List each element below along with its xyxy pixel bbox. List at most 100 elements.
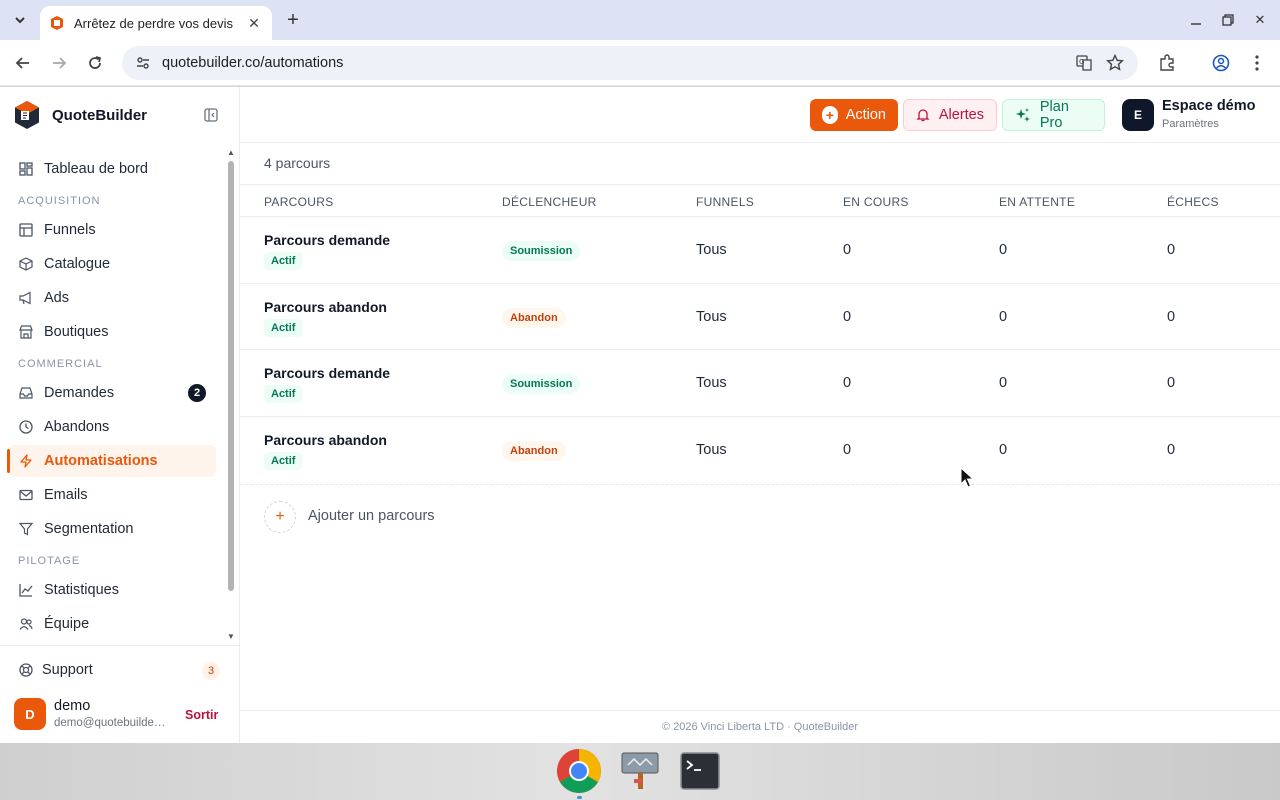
sidebar: QuoteBuilder Tableau de bord ACQUISITION… <box>0 87 240 743</box>
reload-icon[interactable] <box>83 51 107 75</box>
sparkles-icon <box>1015 106 1032 124</box>
echecs-value: 0 <box>1167 308 1176 325</box>
echecs-value: 0 <box>1167 242 1176 258</box>
scroll-up-icon[interactable]: ▲ <box>226 147 236 157</box>
users-icon <box>18 616 34 632</box>
en-attente-value: 0 <box>999 375 1008 391</box>
status-badge: Actif <box>264 451 303 470</box>
table-header: PARCOURS DÉCLENCHEUR FUNNELS EN COURS EN… <box>240 184 1280 217</box>
sidebar-item-demandes[interactable]: Demandes 2 <box>8 377 216 409</box>
sidebar-item-segmentation[interactable]: Segmentation <box>8 513 216 545</box>
status-badge: Actif <box>264 318 303 337</box>
sidebar-item-statistiques[interactable]: Statistiques <box>8 574 216 606</box>
parcours-name[interactable]: Parcours demande <box>264 365 390 381</box>
workspace-name[interactable]: Espace démo <box>1162 98 1256 114</box>
brand[interactable]: QuoteBuilder <box>14 99 147 131</box>
sidebar-item-funnels[interactable]: Funnels <box>8 214 216 246</box>
column-header: ÉCHECS <box>1167 195 1219 209</box>
echecs-value: 0 <box>1167 375 1176 391</box>
sidebar-item-label: Funnels <box>44 222 96 238</box>
megaphone-icon <box>18 290 34 306</box>
parcours-name[interactable]: Parcours demande <box>264 232 390 248</box>
top-bar: + Action Alertes Plan Pro E Espace démo … <box>240 87 1280 143</box>
funnels-value: Tous <box>696 375 727 391</box>
url-text[interactable]: quotebuilder.co/automations <box>162 55 1066 71</box>
table-row[interactable]: Parcours abandon Actif Abandon Tous 0 0 … <box>240 417 1280 484</box>
add-parcours-label[interactable]: Ajouter un parcours <box>308 508 435 524</box>
parcours-name[interactable]: Parcours abandon <box>264 299 387 315</box>
sidebar-item-catalogue[interactable]: Catalogue <box>8 248 216 280</box>
user-email: demo@quotebuilder.co <box>54 717 166 729</box>
forward-arrow-icon[interactable] <box>47 51 71 75</box>
sidebar-collapse-icon[interactable] <box>202 106 220 124</box>
new-tab-icon[interactable]: + <box>282 8 304 32</box>
tab-title: Arrêtez de perdre vos devis <box>74 15 233 31</box>
en-attente-value: 0 <box>999 308 1008 325</box>
column-header: DÉCLENCHEUR <box>502 195 597 209</box>
plan-pro-button[interactable]: Plan Pro <box>1002 99 1105 131</box>
profile-icon[interactable] <box>1209 51 1233 75</box>
add-parcours-row[interactable]: + Ajouter un parcours <box>240 484 1280 544</box>
action-button[interactable]: + Action <box>810 99 898 131</box>
sidebar-item-automatisations[interactable]: Automatisations <box>7 445 216 477</box>
store-icon <box>18 324 34 340</box>
sidebar-item-boutiques[interactable]: Boutiques <box>8 316 216 348</box>
restore-window-icon[interactable] <box>1218 10 1238 30</box>
support-label: Support <box>42 662 93 678</box>
scroll-down-icon[interactable]: ▼ <box>226 631 236 641</box>
sidebar-scrollbar[interactable]: ▲ ▼ <box>226 147 236 641</box>
site-settings-icon[interactable] <box>134 54 152 72</box>
sidebar-item-ads[interactable]: Ads <box>8 282 216 314</box>
en-cours-value: 0 <box>843 242 852 258</box>
scrollbar-thumb[interactable] <box>228 161 234 591</box>
back-arrow-icon[interactable] <box>11 51 35 75</box>
sidebar-item-equipe[interactable]: Équipe <box>8 608 216 639</box>
sidebar-item-label: Automatisations <box>44 453 158 469</box>
column-header: EN COURS <box>843 195 909 209</box>
sidebar-item-label: Abandons <box>44 419 110 435</box>
workspace-avatar[interactable]: E <box>1122 99 1154 131</box>
lightning-icon <box>18 453 34 469</box>
support-link[interactable]: Support <box>18 662 93 678</box>
plus-icon[interactable]: + <box>264 501 296 533</box>
browser-menu-icon[interactable] <box>1245 51 1269 75</box>
extensions-puzzle-icon[interactable] <box>1155 51 1179 75</box>
parcours-name[interactable]: Parcours abandon <box>264 432 387 448</box>
dashboard-grid-icon <box>18 161 34 177</box>
nav-section-acquisition: ACQUISITION <box>18 195 101 207</box>
table-row[interactable]: Parcours demande Actif Soumission Tous 0… <box>240 350 1280 417</box>
sidebar-item-label: Emails <box>44 487 88 503</box>
en-attente-value: 0 <box>999 441 1008 458</box>
browser-tab-active[interactable]: Arrêtez de perdre vos devis ✕ <box>40 6 272 40</box>
sidebar-nav: Tableau de bord ACQUISITION Funnels Cata… <box>0 149 226 639</box>
bookmark-star-icon[interactable] <box>1104 52 1126 74</box>
logout-button[interactable]: Sortir <box>185 708 218 722</box>
demandes-count-badge: 2 <box>188 384 206 402</box>
minimize-window-icon[interactable] <box>1186 10 1206 30</box>
table-row[interactable]: Parcours abandon Actif Abandon Tous 0 0 … <box>240 284 1280 350</box>
sidebar-item-emails[interactable]: Emails <box>8 479 216 511</box>
chrome-icon[interactable] <box>556 748 602 794</box>
table-row[interactable]: Parcours demande Actif Soumission Tous 0… <box>240 217 1280 284</box>
parcours-table: PARCOURS DÉCLENCHEUR FUNNELS EN COURS EN… <box>240 184 1280 483</box>
close-window-icon[interactable]: ✕ <box>1250 10 1270 30</box>
status-badge: Actif <box>264 385 303 403</box>
close-tab-icon[interactable]: ✕ <box>246 15 262 31</box>
sidebar-item-abandons[interactable]: Abandons <box>8 411 216 443</box>
browser-tab-bar: Arrêtez de perdre vos devis ✕ + ✕ <box>0 0 1280 40</box>
tab-search-chevron-icon[interactable] <box>8 8 32 32</box>
terminal-icon[interactable] <box>677 748 723 794</box>
chart-line-icon <box>18 582 34 598</box>
workspace-settings-link[interactable]: Paramètres <box>1162 118 1219 130</box>
mail-icon <box>18 487 34 503</box>
sidebar-item-tableau-de-bord[interactable]: Tableau de bord <box>8 153 216 185</box>
alerts-button[interactable]: Alertes <box>903 99 997 131</box>
address-bar[interactable]: quotebuilder.co/automations G <box>122 46 1138 80</box>
box-icon <box>18 256 34 272</box>
user-avatar[interactable]: D <box>14 698 46 730</box>
funnels-value: Tous <box>696 441 727 458</box>
user-name: demo <box>54 698 91 714</box>
app-launcher-icon[interactable] <box>617 748 663 794</box>
translate-icon[interactable]: G <box>1074 52 1096 74</box>
sidebar-item-label: Statistiques <box>44 582 119 598</box>
